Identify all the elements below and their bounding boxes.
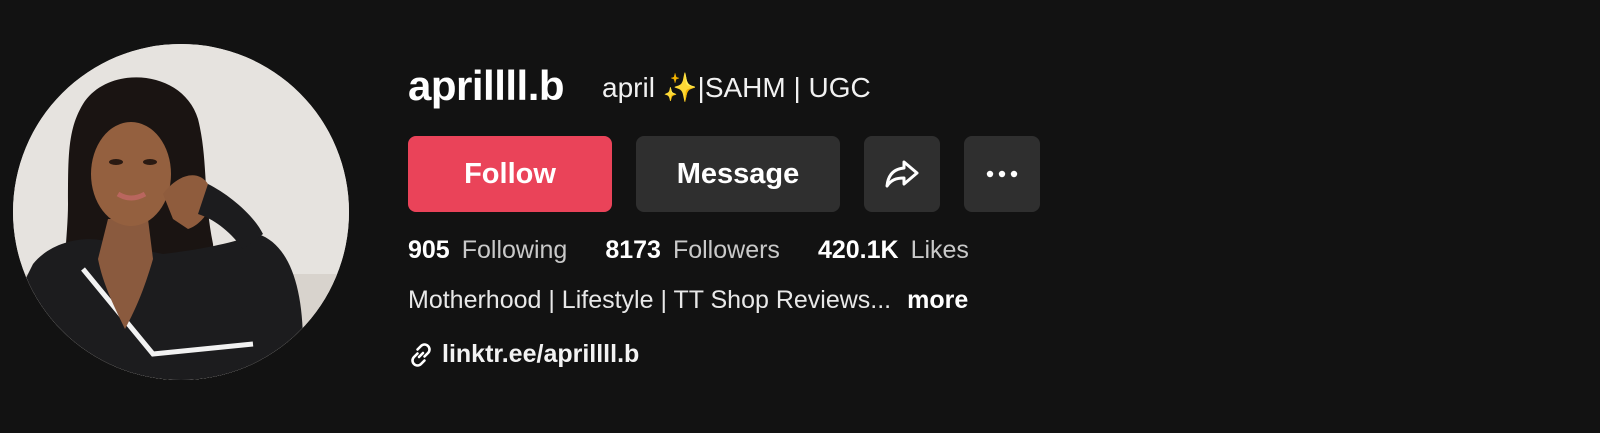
more-options-button[interactable]	[964, 136, 1040, 212]
username: aprillll.b	[408, 62, 565, 109]
stat-following[interactable]: 905 Following	[408, 236, 567, 265]
bio-text: Motherhood | Lifestyle | TT Shop Reviews…	[408, 286, 892, 314]
stat-value: 420.1K	[817, 236, 899, 264]
profile-link-text: linktr.ee/aprillll.b	[442, 340, 640, 368]
message-button[interactable]: Message	[636, 136, 840, 212]
stat-value: 905	[408, 236, 450, 264]
share-button[interactable]	[864, 136, 940, 212]
link-icon	[408, 342, 434, 368]
stat-followers[interactable]: 8173 Followers	[605, 236, 780, 265]
nickname: april ✨|SAHM | UGC	[602, 72, 871, 103]
ellipsis-icon	[986, 170, 1018, 178]
bio: Motherhood | Lifestyle | TT Shop Reviews…	[408, 286, 968, 315]
avatar-photo	[13, 44, 349, 380]
profile-avatar[interactable]	[13, 44, 349, 380]
stat-label: Followers	[672, 236, 780, 264]
follow-button[interactable]: Follow	[408, 136, 612, 212]
stat-label: Following	[461, 236, 568, 264]
profile-link[interactable]: linktr.ee/aprillll.b	[408, 340, 639, 369]
stat-value: 8173	[605, 236, 661, 264]
share-arrow-icon	[885, 160, 919, 188]
stat-likes: 420.1K Likes	[818, 236, 969, 265]
stat-label: Likes	[910, 236, 969, 264]
bio-more-link[interactable]: more	[907, 286, 968, 315]
profile-stats: 905 Following 8173 Followers 420.1K Like…	[408, 236, 1007, 265]
